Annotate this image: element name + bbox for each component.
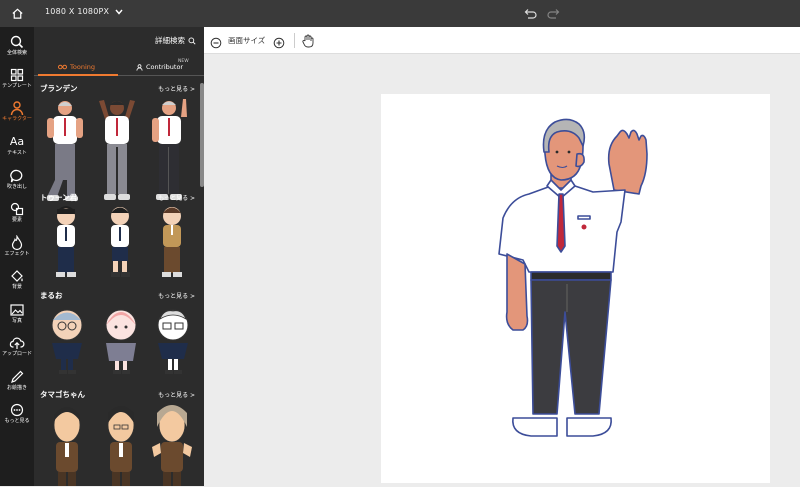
rail-item-label: 吹き出し	[6, 184, 27, 190]
rail-item-label: エフェクト	[4, 251, 30, 257]
rail-item-upload[interactable]: アップロード	[0, 333, 34, 365]
rail-item-label: 全体検索	[6, 50, 27, 56]
redo-button[interactable]	[547, 6, 561, 25]
effect-icon	[11, 235, 23, 251]
rail-item-template[interactable]: テンプレート	[0, 65, 34, 97]
left-nav-rail: 全体検索 テンプレート キャラクター Aa テキスト 吹き出し 要素 エフェクト…	[0, 27, 34, 486]
advanced-search-label: 詳細検索	[155, 36, 185, 45]
rail-item-label: アップロード	[1, 351, 32, 357]
template-icon	[10, 68, 24, 82]
toolbar-divider	[294, 33, 295, 48]
rail-item-label: 要素	[11, 217, 22, 223]
undo-button[interactable]	[523, 6, 537, 25]
screen-size-label[interactable]: 画面サイズ	[228, 35, 265, 46]
selected-character[interactable]	[381, 94, 770, 483]
pan-tool-button[interactable]	[302, 33, 314, 52]
shapes-icon	[10, 202, 24, 216]
rail-item-background[interactable]: 背景	[0, 266, 34, 298]
panel-scrollbar[interactable]	[200, 83, 204, 187]
tab-label: Tooning	[70, 63, 95, 71]
chevron-down-icon	[115, 9, 123, 15]
character-thumbnail[interactable]	[46, 205, 86, 279]
rail-item-drawing[interactable]: お絵描き	[0, 367, 34, 399]
tab-contributor[interactable]: Contributor	[136, 58, 183, 76]
rail-item-effect[interactable]: エフェクト	[0, 233, 34, 265]
tooning-logo-icon	[58, 64, 67, 70]
rail-item-shapes[interactable]: 要素	[0, 199, 34, 231]
zoom-out-icon	[210, 37, 222, 49]
tab-label: Contributor	[146, 63, 184, 71]
active-tab-indicator	[38, 74, 118, 76]
pencil-icon	[11, 370, 24, 383]
character-thumbnail[interactable]	[100, 403, 142, 486]
upload-icon	[9, 337, 25, 349]
rail-item-photo[interactable]: 写真	[0, 300, 34, 332]
character-thumbnail[interactable]	[43, 97, 87, 207]
canvas-size-label: 1080 X 1080PX	[45, 7, 110, 16]
character-thumbnail[interactable]	[152, 307, 194, 379]
home-button[interactable]	[0, 0, 34, 27]
character-icon	[10, 101, 24, 116]
character-panel: 詳細検索 Tooning Contributor NEW ブランデン もっと見る…	[34, 27, 204, 486]
undo-icon	[524, 9, 537, 19]
see-more-link[interactable]: もっと見る >	[158, 291, 195, 300]
section-title: トゥーン君	[40, 193, 78, 202]
rail-item-text[interactable]: Aa テキスト	[0, 132, 34, 164]
character-thumbnail[interactable]	[95, 97, 139, 207]
rail-item-label: テンプレート	[2, 83, 32, 89]
section-title: ブランデン	[40, 84, 78, 93]
new-badge: NEW	[178, 59, 189, 64]
home-icon	[11, 8, 23, 19]
character-thumbnail[interactable]	[152, 205, 192, 279]
rail-item-character[interactable]: キャラクター	[0, 98, 34, 130]
panel-tabs: Tooning Contributor NEW	[34, 58, 204, 76]
character-thumbnail[interactable]	[46, 403, 88, 486]
rail-item-label: 写真	[11, 318, 22, 324]
hand-icon	[302, 34, 314, 48]
artboard[interactable]	[381, 94, 770, 483]
rail-item-speech-bubble[interactable]: 吹き出し	[0, 166, 34, 198]
rail-item-label: お絵描き	[6, 385, 27, 391]
user-icon	[136, 63, 143, 71]
photo-icon	[10, 304, 24, 316]
zoom-out-button[interactable]	[210, 34, 222, 53]
character-thumbnail[interactable]	[150, 403, 194, 486]
more-icon	[10, 403, 24, 417]
redo-icon	[547, 9, 560, 19]
section-title: まるお	[40, 291, 63, 300]
character-thumbnail[interactable]	[147, 97, 191, 207]
see-more-link[interactable]: もっと見る >	[158, 193, 195, 202]
advanced-search-button[interactable]: 詳細検索	[155, 35, 196, 46]
character-thumbnail[interactable]	[100, 205, 140, 279]
rail-item-label: キャラクター	[2, 116, 32, 122]
zoom-in-button[interactable]	[273, 34, 285, 53]
rail-item-label: もっと見る	[4, 418, 30, 424]
rail-item-search[interactable]: 全体検索	[0, 32, 34, 64]
canvas-toolbar: 画面サイズ	[204, 27, 800, 54]
see-more-link[interactable]: もっと見る >	[158, 390, 195, 399]
background-icon	[11, 270, 23, 282]
search-icon	[188, 37, 196, 45]
canvas-size-dropdown[interactable]: 1080 X 1080PX	[45, 7, 123, 16]
rail-item-more[interactable]: もっと見る	[0, 400, 34, 432]
character-thumbnail[interactable]	[46, 307, 88, 379]
rail-item-label: テキスト	[7, 150, 27, 156]
section-title: タマゴちゃん	[40, 390, 85, 399]
search-icon	[10, 35, 24, 49]
zoom-in-icon	[273, 37, 285, 49]
top-bar: 1080 X 1080PX	[0, 0, 800, 27]
see-more-link[interactable]: もっと見る >	[158, 84, 195, 93]
speech-bubble-icon	[10, 169, 23, 183]
text-icon: Aa	[9, 135, 25, 148]
rail-item-label: 背景	[11, 284, 22, 290]
character-thumbnail[interactable]	[100, 307, 142, 379]
